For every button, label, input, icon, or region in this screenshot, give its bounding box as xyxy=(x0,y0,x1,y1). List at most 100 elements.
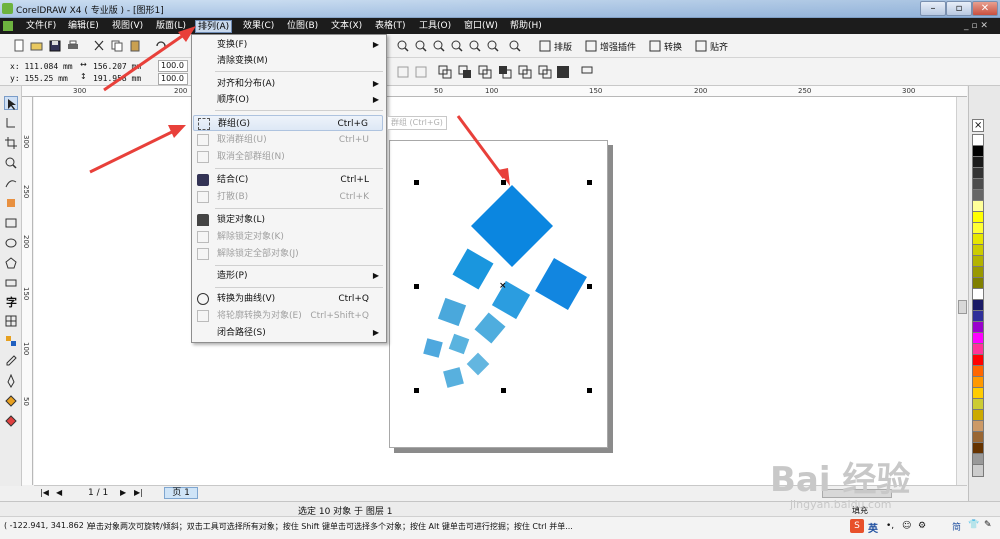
simplify-icon[interactable] xyxy=(498,65,512,79)
zoom-out-icon[interactable] xyxy=(414,39,428,53)
weld-icon[interactable] xyxy=(438,65,452,79)
boundary-icon[interactable] xyxy=(556,65,570,79)
shape-tool-icon[interactable] xyxy=(4,116,18,130)
outline-pen-icon[interactable] xyxy=(4,374,18,388)
smart-fill-icon[interactable] xyxy=(4,196,18,210)
copy-icon[interactable] xyxy=(110,39,124,53)
menu-item-combine[interactable]: 结合(C) Ctrl+L xyxy=(193,172,383,188)
maximize-button[interactable]: ▫ xyxy=(946,1,972,16)
selection-handle[interactable] xyxy=(587,180,592,185)
menu-restore-icon[interactable]: _ ▫ ✕ xyxy=(962,20,990,33)
menu-help[interactable]: 帮助(H) xyxy=(508,20,544,33)
zoom-page-icon[interactable] xyxy=(468,39,482,53)
undo-icon[interactable] xyxy=(154,39,168,53)
zoom-tool-icon[interactable] xyxy=(4,156,18,170)
selection-handle[interactable] xyxy=(414,284,419,289)
selection-handle[interactable] xyxy=(414,388,419,393)
width-field[interactable]: 156.207 mm xyxy=(93,61,141,72)
snap-icon[interactable] xyxy=(694,39,708,53)
height-field[interactable]: 191.958 mm xyxy=(93,73,141,84)
ime-settings-icon[interactable]: ⚙ xyxy=(918,521,926,531)
menu-text[interactable]: 文本(X) xyxy=(329,20,364,33)
page-last-icon[interactable]: ▶| xyxy=(134,488,143,497)
zoom-selected-icon[interactable] xyxy=(432,39,446,53)
save-icon[interactable] xyxy=(48,39,62,53)
text-tool-icon[interactable]: 字 xyxy=(6,294,17,310)
align-icon[interactable] xyxy=(396,65,410,79)
page-tab[interactable]: 页 1 xyxy=(164,487,198,499)
intersect-icon[interactable] xyxy=(478,65,492,79)
plugin-button[interactable]: 增强插件 xyxy=(600,40,636,53)
y-position-field[interactable]: y: 155.25 mm xyxy=(10,73,68,84)
vertical-scrollbar[interactable] xyxy=(956,97,968,485)
selection-handle[interactable] xyxy=(587,388,592,393)
menu-item-align-distribute[interactable]: 对齐和分布(A) ▶ xyxy=(193,76,383,92)
selection-handle[interactable] xyxy=(501,180,506,185)
ime-shirt-icon[interactable]: 👕 xyxy=(968,520,979,530)
front-minus-back-icon[interactable] xyxy=(518,65,532,79)
table-tool-icon[interactable] xyxy=(4,314,18,328)
ellipse-tool-icon[interactable] xyxy=(4,236,18,250)
scale-x-input[interactable]: 100.0 xyxy=(158,60,188,72)
pick-tool-icon[interactable] xyxy=(4,96,18,110)
scroll-thumb[interactable] xyxy=(958,300,967,314)
menu-bitmaps[interactable]: 位图(B) xyxy=(285,20,320,33)
plugin-icon[interactable] xyxy=(584,39,598,53)
menu-item-lock-object[interactable]: 锁定对象(L) xyxy=(193,212,383,228)
menu-layout[interactable]: 版面(L) xyxy=(154,20,188,33)
menu-item-ungroup[interactable]: 取消群组(U) Ctrl+U xyxy=(193,132,383,148)
menu-edit[interactable]: 编辑(E) xyxy=(66,20,101,33)
color-swatch[interactable] xyxy=(972,464,984,477)
menu-item-order[interactable]: 顺序(O) ▶ xyxy=(193,92,383,108)
menu-window[interactable]: 窗口(W) xyxy=(462,20,500,33)
eyedropper-tool-icon[interactable] xyxy=(4,354,18,368)
page-prev-icon[interactable]: ◀ xyxy=(56,488,62,497)
no-color-swatch[interactable]: ⨯ xyxy=(972,119,984,132)
menu-item-unlock-all[interactable]: 解除锁定全部对象(J) xyxy=(193,246,383,262)
menu-item-group[interactable]: 群组(G) Ctrl+G xyxy=(193,115,383,131)
convert-icon[interactable] xyxy=(648,39,662,53)
minimize-button[interactable]: – xyxy=(920,1,946,16)
convert-button[interactable]: 转换 xyxy=(664,40,682,53)
zoom-width-icon[interactable] xyxy=(486,39,500,53)
menu-item-close-path[interactable]: 闭合路径(S) ▶ xyxy=(193,325,383,341)
print-icon[interactable] xyxy=(66,39,80,53)
menu-item-clear-transform[interactable]: 清除变换(M) xyxy=(193,53,383,69)
rectangle-tool-icon[interactable] xyxy=(4,216,18,230)
menu-item-break-apart[interactable]: 打散(B) Ctrl+K xyxy=(193,189,383,205)
zoom-height-icon[interactable] xyxy=(508,39,522,53)
menu-file[interactable]: 文件(F) xyxy=(24,20,58,33)
close-button[interactable]: ✕ xyxy=(972,1,998,16)
fill-tool-icon[interactable] xyxy=(4,394,18,408)
freehand-tool-icon[interactable] xyxy=(4,176,18,190)
selection-handle[interactable] xyxy=(501,388,506,393)
menu-item-shaping[interactable]: 造形(P) ▶ xyxy=(193,268,383,284)
menu-tools[interactable]: 工具(O) xyxy=(417,20,453,33)
blend-tool-icon[interactable] xyxy=(4,334,18,348)
menu-table[interactable]: 表格(T) xyxy=(373,20,408,33)
open-folder-icon[interactable] xyxy=(30,39,44,53)
page-first-icon[interactable]: |◀ xyxy=(40,488,49,497)
menu-item-transform[interactable]: 变换(F) ▶ xyxy=(193,37,383,53)
cut-icon[interactable] xyxy=(92,39,106,53)
ime-tools-icon[interactable]: ✎ xyxy=(984,520,992,530)
menu-item-ungroup-all[interactable]: 取消全部群组(N) xyxy=(193,149,383,165)
layout-button[interactable]: 排版 xyxy=(554,40,572,53)
menu-item-outline-to-object[interactable]: 将轮廓转换为对象(E) Ctrl+Shift+Q xyxy=(193,308,383,324)
zoom-in-icon[interactable] xyxy=(396,39,410,53)
ime-smile-icon[interactable]: ☺ xyxy=(902,521,911,531)
polygon-tool-icon[interactable] xyxy=(4,256,18,270)
interactive-fill-icon[interactable] xyxy=(4,414,18,428)
basic-shapes-icon[interactable] xyxy=(4,276,18,290)
ime-simplified-icon[interactable]: 简 xyxy=(952,520,961,533)
snap-button[interactable]: 贴齐 xyxy=(710,40,728,53)
create-boundary-icon[interactable] xyxy=(580,65,594,79)
vertical-ruler[interactable]: 300 250 200 150 100 50 xyxy=(22,97,33,485)
selection-handle[interactable] xyxy=(414,180,419,185)
zoom-all-icon[interactable] xyxy=(450,39,464,53)
back-minus-front-icon[interactable] xyxy=(538,65,552,79)
x-position-field[interactable]: x: 111.084 mm xyxy=(10,61,73,72)
scale-y-input[interactable]: 100.0 xyxy=(158,73,188,85)
ime-logo-icon[interactable]: S xyxy=(850,519,864,533)
paste-icon[interactable] xyxy=(128,39,142,53)
